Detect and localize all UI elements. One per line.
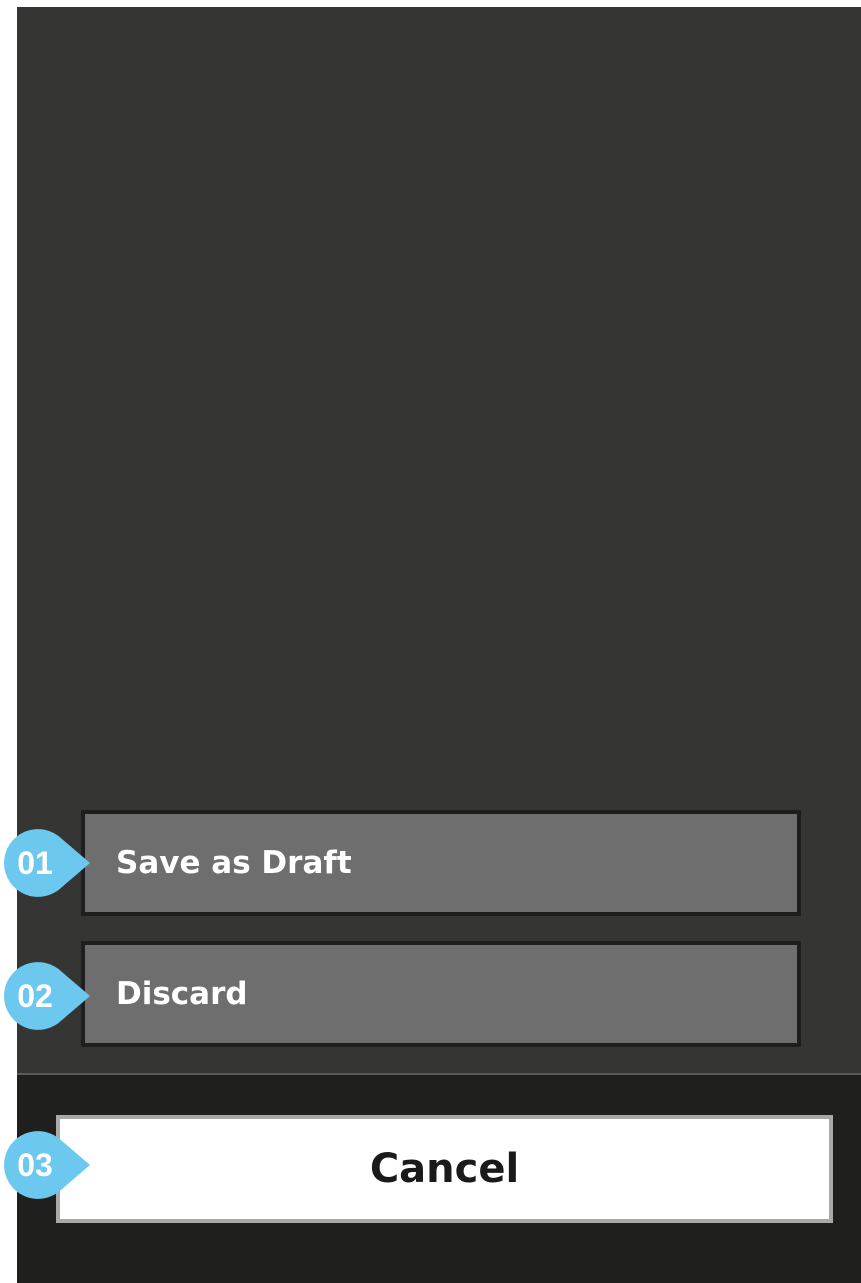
annotation-marker-label: 02	[17, 977, 53, 1014]
annotation-marker-label: 01	[17, 844, 53, 881]
save-as-draft-button[interactable]: Save as Draft	[81, 810, 801, 916]
save-as-draft-label: Save as Draft	[116, 845, 352, 881]
discard-label: Discard	[116, 976, 248, 1012]
cancel-label: Cancel	[369, 1146, 520, 1192]
annotation-marker-01: 01	[0, 827, 110, 911]
annotation-marker-02: 02	[0, 960, 110, 1044]
cancel-button[interactable]: Cancel	[56, 1115, 833, 1223]
annotation-marker-label: 03	[17, 1146, 53, 1183]
annotation-marker-03: 03	[0, 1129, 110, 1213]
discard-button[interactable]: Discard	[81, 941, 801, 1047]
